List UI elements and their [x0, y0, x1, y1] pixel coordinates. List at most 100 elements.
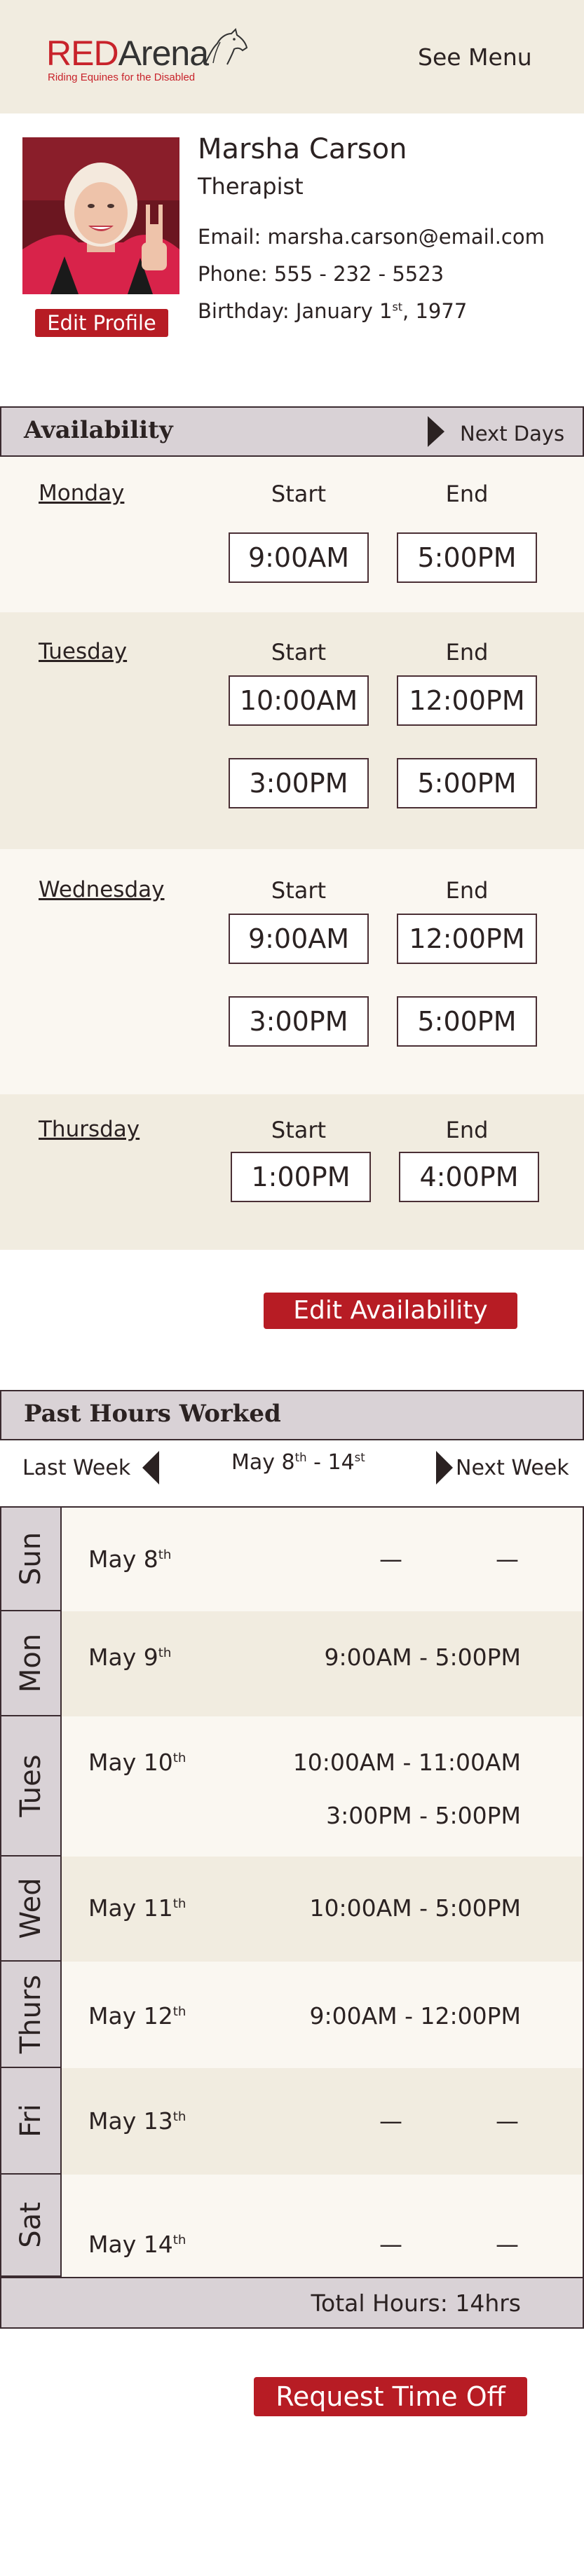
weekday-text: Wed: [15, 1878, 47, 1939]
day-name-tuesday[interactable]: Tuesday: [39, 639, 127, 664]
hours-row-tues: Tues May 10th 10:00AM - 11:00AM 3:00PM -…: [0, 1716, 584, 1857]
date-ordinal: th: [172, 2233, 186, 2247]
start-time-field[interactable]: 9:00AM: [229, 914, 369, 964]
end-empty-dash: —: [496, 2231, 519, 2258]
hours-range: 9:00AM - 12:00PM: [309, 2002, 521, 2030]
profile-phone: Phone: 555 - 232 - 5523: [198, 262, 444, 286]
start-time-field[interactable]: 10:00AM: [229, 675, 369, 726]
end-column-header: End: [445, 877, 489, 904]
start-time-field[interactable]: 9:00AM: [229, 532, 369, 583]
next-days-label: Next Days: [460, 422, 565, 446]
weekday-text: Mon: [15, 1633, 47, 1693]
day-name-wednesday[interactable]: Wednesday: [39, 877, 164, 902]
hours-row-mon: Mon May 9th 9:00AM - 5:00PM: [0, 1611, 584, 1716]
row-date: May 13th: [88, 2107, 186, 2135]
row-date: May 9th: [88, 1644, 171, 1671]
row-date: May 12th: [88, 2002, 186, 2030]
date-ordinal: th: [158, 1646, 172, 1660]
total-hours-label: Total Hours: 14hrs: [311, 2289, 521, 2317]
profile-avatar: [22, 137, 179, 294]
date-text: May 11: [88, 1894, 173, 1922]
request-time-off-button[interactable]: Request Time Off: [254, 2377, 527, 2416]
logo-dark-text: Arena: [118, 34, 209, 73]
availability-day-monday: Monday Start End 9:00AM 5:00PM: [0, 457, 584, 612]
date-ordinal: th: [172, 1896, 186, 1911]
profile-name: Marsha Carson: [198, 133, 407, 165]
past-hours-title: Past Hours Worked: [24, 1400, 281, 1428]
next-week-label[interactable]: Next Week: [456, 1456, 569, 1480]
availability-day-tuesday: Tuesday Start End 10:00AM 12:00PM 3:00PM…: [0, 612, 584, 849]
date-ordinal: th: [172, 2109, 186, 2124]
hours-row-sun: Sun May 8th — —: [0, 1506, 584, 1611]
start-empty-dash: —: [379, 1545, 402, 1573]
row-date: May 10th: [88, 1749, 186, 1776]
start-time-field[interactable]: 3:00PM: [229, 758, 369, 808]
end-time-field[interactable]: 4:00PM: [399, 1152, 539, 1202]
hours-range: 9:00AM - 5:00PM: [324, 1644, 521, 1671]
start-time-field[interactable]: 3:00PM: [229, 996, 369, 1047]
date-text: May 13: [88, 2107, 173, 2135]
app-header: REDArena Riding Equines for the Disabled…: [0, 0, 584, 113]
weekday-label: Fri: [1, 2068, 62, 2175]
date-ordinal: th: [158, 1548, 172, 1562]
start-column-header: Start: [271, 639, 327, 666]
previous-week-icon[interactable]: [142, 1451, 159, 1485]
end-time-field[interactable]: 12:00PM: [397, 675, 537, 726]
start-column-header: Start: [271, 481, 327, 507]
see-menu-link[interactable]: See Menu: [418, 43, 532, 71]
hours-range: 10:00AM - 5:00PM: [309, 1894, 521, 1922]
end-time-field[interactable]: 12:00PM: [397, 914, 537, 964]
start-time-field[interactable]: 1:00PM: [231, 1152, 371, 1202]
availability-title: Availability: [24, 416, 173, 444]
next-week-icon[interactable]: [436, 1451, 453, 1485]
date-ordinal: th: [172, 2004, 186, 2019]
week-range-end-ordinal: st: [354, 1451, 365, 1464]
edit-availability-button[interactable]: Edit Availability: [264, 1293, 517, 1329]
row-date: May 8th: [88, 1545, 171, 1573]
weekday-label: Thurs: [1, 1962, 62, 2068]
start-empty-dash: —: [379, 2231, 402, 2258]
hours-row-thurs: Thurs May 12th 9:00AM - 12:00PM: [0, 1962, 584, 2068]
redarena-logo[interactable]: REDArena Riding Equines for the Disabled: [46, 28, 250, 88]
row-date: May 14th: [88, 2231, 186, 2258]
profile-email: Email: marsha.carson@email.com: [198, 225, 545, 249]
availability-day-wednesday: Wednesday Start End 9:00AM 12:00PM 3:00P…: [0, 849, 584, 1094]
profile-birthday: Birthday: January 1st, 1977: [198, 299, 467, 323]
availability-day-thursday: Thursday Start End 1:00PM 4:00PM: [0, 1094, 584, 1250]
date-ordinal: th: [172, 1751, 186, 1765]
weekday-text: Thurs: [15, 1974, 47, 2054]
past-hours-header: Past Hours Worked: [0, 1390, 584, 1440]
weekday-label: Mon: [1, 1611, 62, 1716]
hours-range: 3:00PM - 5:00PM: [326, 1802, 521, 1829]
weekday-text: Tues: [15, 1754, 47, 1817]
play-right-icon: [428, 416, 444, 447]
horse-head-icon: [204, 28, 248, 65]
logo-red-text: RED: [46, 34, 119, 73]
hours-row-wed: Wed May 11th 10:00AM - 5:00PM: [0, 1857, 584, 1962]
week-range-start: May 8: [231, 1450, 295, 1475]
day-name-monday[interactable]: Monday: [39, 481, 124, 506]
birthday-ordinal: st: [392, 300, 403, 314]
end-empty-dash: —: [496, 2107, 519, 2135]
end-time-field[interactable]: 5:00PM: [397, 758, 537, 808]
end-column-header: End: [445, 639, 489, 666]
week-range: May 8th - 14st: [231, 1450, 365, 1475]
last-week-label[interactable]: Last Week: [22, 1456, 130, 1480]
weekday-text: Sat: [15, 2202, 47, 2248]
hours-range: 10:00AM - 11:00AM: [292, 1749, 521, 1776]
end-empty-dash: —: [496, 1545, 519, 1573]
start-empty-dash: —: [379, 2107, 402, 2135]
end-time-field[interactable]: 5:00PM: [397, 532, 537, 583]
day-name-thursday[interactable]: Thursday: [39, 1117, 140, 1142]
hours-row-fri: Fri May 13th — —: [0, 2068, 584, 2175]
date-text: May 14: [88, 2231, 173, 2258]
weekday-label: Sat: [1, 2175, 62, 2277]
end-time-field[interactable]: 5:00PM: [397, 996, 537, 1047]
total-hours-bar: Total Hours: 14hrs: [0, 2277, 584, 2329]
date-text: May 9: [88, 1644, 158, 1671]
date-text: May 10: [88, 1749, 173, 1776]
birthday-text: Birthday: January 1: [198, 299, 393, 323]
weekday-label: Wed: [1, 1857, 62, 1962]
edit-profile-button[interactable]: Edit Profile: [35, 309, 168, 337]
weekday-label: Sun: [1, 1508, 62, 1611]
